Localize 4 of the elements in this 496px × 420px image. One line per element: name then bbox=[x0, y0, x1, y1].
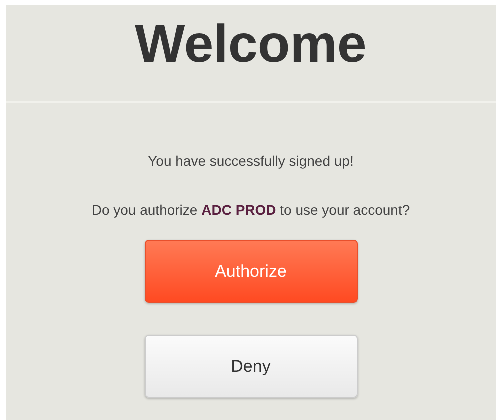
page-title: Welcome bbox=[135, 14, 367, 76]
deny-button[interactable]: Deny bbox=[144, 335, 358, 398]
success-message: You have successfully signed up! bbox=[148, 152, 354, 171]
authorization-question: Do you authorize ADC PROD to use your account? bbox=[92, 201, 410, 220]
